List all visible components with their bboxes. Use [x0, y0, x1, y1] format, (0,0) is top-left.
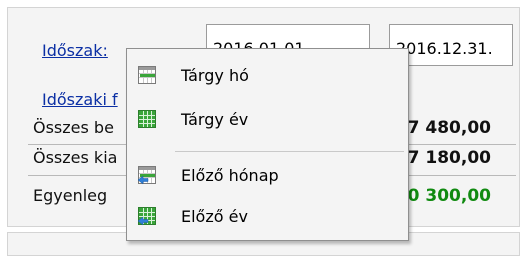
period-summary-link[interactable]: Időszaki f	[42, 90, 118, 109]
calendar-prev-month-icon	[137, 165, 157, 185]
menu-item-label: Előző év	[181, 206, 248, 226]
total-expense-value: 07 180,00	[395, 148, 491, 168]
menu-item-previous-month[interactable]: Előző hónap	[131, 160, 404, 190]
calendar-year-icon	[137, 109, 157, 129]
calendar-prev-year-icon	[137, 206, 157, 226]
calendar-month-icon	[137, 65, 157, 85]
balance-label: Egyenleg	[33, 186, 108, 205]
menu-item-current-year[interactable]: Tárgy év	[131, 104, 404, 134]
menu-item-previous-year[interactable]: Előző év	[131, 201, 404, 231]
menu-item-label: Tárgy év	[181, 109, 249, 129]
period-link[interactable]: Időszak:	[42, 41, 108, 60]
period-context-menu: Tárgy hó Tárgy év Előző hónap Előző év	[126, 48, 409, 241]
total-income-label: Összes be	[33, 118, 114, 137]
total-expense-label: Összes kia	[33, 148, 118, 167]
menu-separator	[175, 151, 404, 152]
menu-item-current-month[interactable]: Tárgy hó	[131, 60, 404, 90]
total-income-value: 37 480,00	[395, 118, 491, 138]
menu-item-label: Tárgy hó	[181, 65, 249, 85]
menu-item-label: Előző hónap	[181, 165, 279, 185]
balance-value: 30 300,00	[395, 186, 491, 206]
